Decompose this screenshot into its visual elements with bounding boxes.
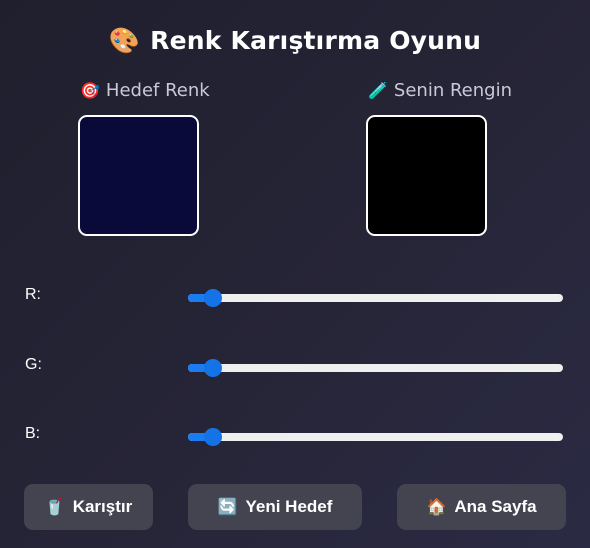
home-button[interactable]: 🏠 Ana Sayfa	[397, 484, 566, 530]
your-color-swatch	[366, 115, 487, 236]
target-color-swatch	[78, 115, 199, 236]
new-target-button[interactable]: 🔄 Yeni Hedef	[188, 484, 362, 530]
blue-slider[interactable]	[188, 428, 563, 446]
green-slider-label: G:	[25, 356, 42, 373]
blue-slider-thumb[interactable]	[204, 428, 222, 446]
refresh-icon: 🔄	[217, 499, 238, 516]
palette-icon: 🎨	[108, 26, 141, 55]
red-slider-label: R:	[25, 286, 41, 303]
target-color-label: 🎯 Hedef Renk	[80, 80, 210, 101]
page-title: 🎨 Renk Karıştırma Oyunu	[0, 26, 590, 56]
cup-icon: 🥤	[44, 499, 65, 516]
mix-button-label: Karıştır	[72, 497, 133, 516]
red-slider[interactable]	[188, 289, 563, 307]
your-color-label: 🧪 Senin Rengin	[368, 80, 512, 101]
slider-row-red: R:	[0, 286, 590, 316]
target-color-label-text: Hedef Renk	[105, 80, 210, 101]
new-target-button-label: Yeni Hedef	[245, 497, 333, 516]
page-title-text: Renk Karıştırma Oyunu	[150, 26, 482, 55]
mix-button[interactable]: 🥤 Karıştır	[24, 484, 153, 530]
slider-row-green: G:	[0, 356, 590, 386]
home-button-label: Ana Sayfa	[454, 497, 537, 516]
slider-row-blue: B:	[0, 425, 590, 455]
target-icon: 🎯	[80, 81, 100, 100]
blue-slider-label: B:	[25, 425, 41, 442]
test-tube-icon: 🧪	[368, 81, 388, 100]
red-slider-thumb[interactable]	[204, 289, 222, 307]
your-color-label-text: Senin Rengin	[393, 80, 512, 101]
house-icon: 🏠	[426, 499, 447, 516]
green-slider-thumb[interactable]	[204, 359, 222, 377]
green-slider[interactable]	[188, 359, 563, 377]
